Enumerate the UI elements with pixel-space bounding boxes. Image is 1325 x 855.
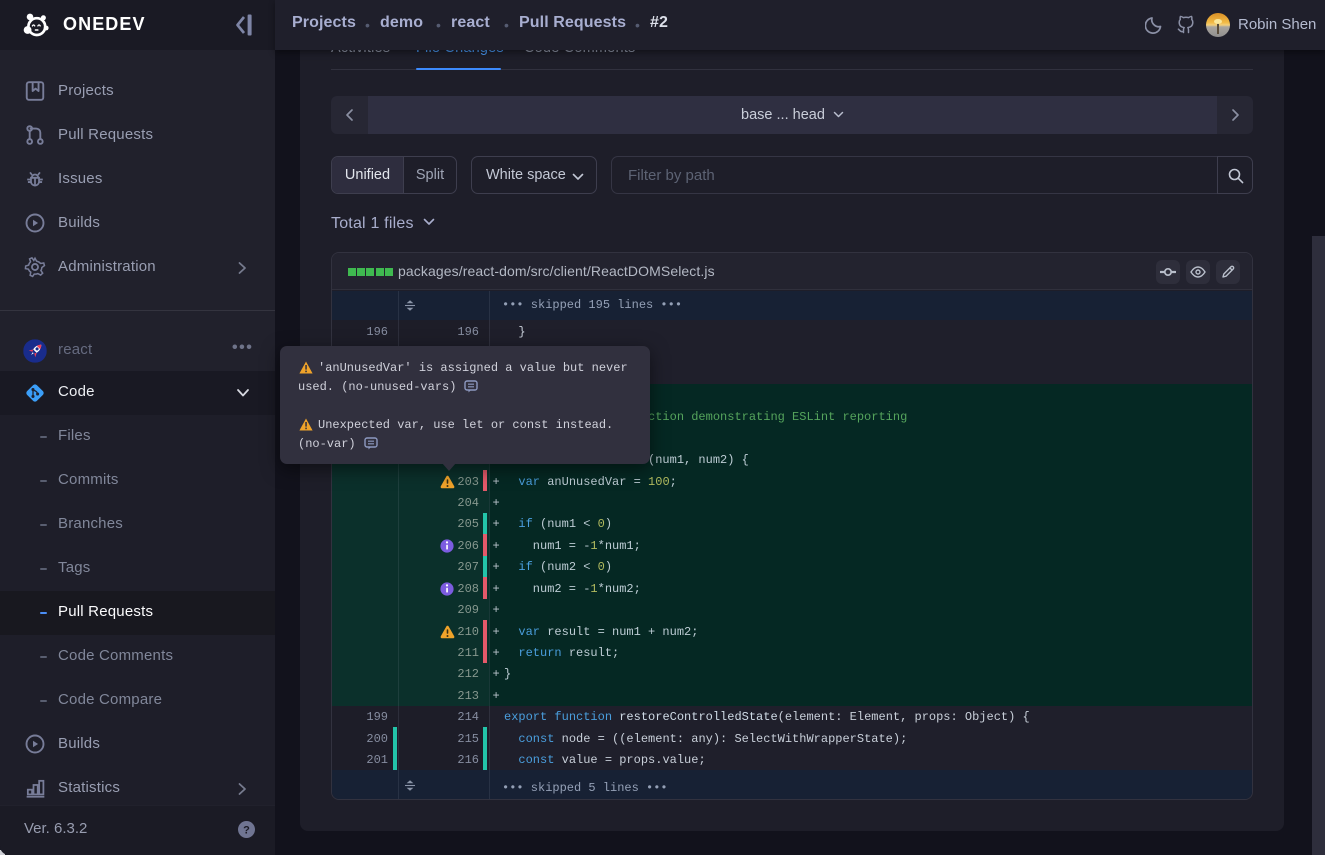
svg-text:?: ? bbox=[243, 825, 250, 837]
